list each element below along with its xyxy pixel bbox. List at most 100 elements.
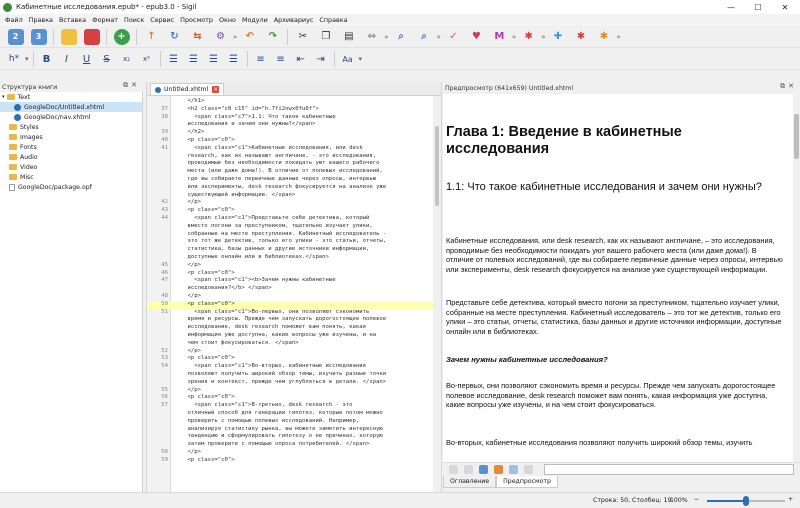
undo-icon[interactable]: ↶ (242, 29, 258, 45)
zoom-slider-handle[interactable] (743, 496, 749, 506)
menu-search[interactable]: Поиск (124, 16, 144, 24)
code-line[interactable]: 55 </p> (147, 387, 441, 395)
bold-button[interactable]: B (40, 54, 54, 65)
heading-select[interactable]: h* (7, 54, 21, 64)
minimize-button[interactable]: — (718, 0, 744, 14)
zoom-out-icon[interactable]: − (694, 496, 699, 503)
tab-table-of-contents[interactable]: Оглавление (443, 476, 497, 488)
inspect-icon[interactable] (449, 465, 458, 474)
code-line[interactable]: 40 <p class="c0"> (147, 137, 441, 145)
code-line[interactable]: или эксперименты, desk research фокусиру… (147, 184, 441, 192)
chevron-icon[interactable]: » (384, 33, 388, 41)
menu-file[interactable]: Файл (5, 16, 23, 24)
code-line[interactable]: исследования?</b> </span> (147, 285, 441, 293)
move-up-icon[interactable]: ↑ (144, 29, 160, 45)
tree-item-styles[interactable]: Styles (0, 122, 142, 132)
panel-controls[interactable]: ⧉✕ (123, 81, 140, 90)
reload-icon[interactable] (494, 465, 503, 474)
code-line[interactable]: проводимые без необходимости покидать ую… (147, 160, 441, 168)
preview-scrollbar[interactable] (793, 94, 800, 462)
epub3-icon[interactable]: 3 (30, 28, 47, 45)
plugin-red-icon[interactable]: ✱ (573, 29, 589, 45)
maximize-button[interactable]: ☐ (745, 0, 771, 14)
find-replace-icon[interactable]: ⌕ (416, 29, 432, 45)
menu-format[interactable]: Формат (92, 16, 118, 24)
superscript-button[interactable]: x² (140, 55, 154, 63)
code-line[interactable]: чем стоит фокусироваться. </span> (147, 340, 441, 348)
code-line[interactable]: 44 <span class="c1">Представьте себе дет… (147, 215, 441, 223)
code-line[interactable]: информация уже доступна, какие вопросы у… (147, 332, 441, 340)
numbered-list-icon[interactable]: ≡ (274, 54, 288, 65)
code-line[interactable]: 50 <p class="c0"> (147, 300, 441, 309)
code-line[interactable]: 47 <span class="c1"><b>Зачем нужны кабин… (147, 277, 441, 285)
align-right-icon[interactable]: ☰ (207, 54, 221, 65)
tree-item-fonts[interactable]: Fonts (0, 142, 142, 152)
code-line[interactable]: 59 <p class="c0"> (147, 457, 441, 465)
code-line[interactable]: 54 <span class="c1">Во-вторых, кабинетны… (147, 363, 441, 371)
favorite-heart-icon[interactable]: ♥ (468, 29, 484, 45)
open-folder-icon[interactable] (60, 28, 77, 45)
menu-tools[interactable]: Сервис (150, 16, 174, 24)
align-center-icon[interactable]: ☰ (187, 54, 201, 65)
save-icon[interactable] (83, 28, 100, 45)
menu-plugins[interactable]: Модули (242, 16, 268, 24)
code-area[interactable]: </h1> 37 <h2 class="c0 c15" id="h.7fi2nwx… (147, 96, 441, 492)
zoom-slider[interactable] (707, 496, 785, 506)
cut-icon[interactable]: ✂ (295, 29, 311, 45)
copy-icon[interactable]: ❐ (318, 29, 334, 45)
code-line[interactable]: </h1> (147, 98, 441, 106)
indent-icon[interactable]: ⇥ (314, 54, 328, 65)
select-all-icon[interactable] (464, 465, 473, 474)
menu-window[interactable]: Окно (219, 16, 236, 24)
code-line[interactable]: исследования и зачем они нужны?</span> (147, 121, 441, 129)
spellcheck-icon[interactable]: ✓ (445, 29, 461, 45)
code-line[interactable]: собранные на месте преступления. Кабинет… (147, 231, 441, 239)
chevron-icon[interactable]: » (512, 33, 516, 41)
align-justify-icon[interactable]: ☰ (227, 54, 241, 65)
epub2-icon[interactable]: 2 (7, 28, 24, 45)
inspector-input[interactable] (544, 464, 794, 475)
settings-gear-icon[interactable]: ⚙ (213, 29, 229, 45)
code-line[interactable]: 58 </p> (147, 449, 441, 457)
code-line[interactable]: 45 </p> (147, 262, 441, 270)
panel-controls[interactable]: ⧉✕ (780, 82, 797, 91)
code-line[interactable]: 52 </p> (147, 348, 441, 356)
editor-tab-untitled[interactable]: Untitled.xhtml × (150, 83, 225, 95)
print-icon[interactable] (524, 465, 533, 474)
chevron-icon[interactable]: » (616, 33, 620, 41)
code-line[interactable]: затем проверите с помощью опроса потреби… (147, 441, 441, 449)
align-left-icon[interactable]: ☰ (167, 54, 181, 65)
bullet-list-icon[interactable]: ≡ (254, 54, 268, 65)
refresh-icon[interactable]: ↻ (167, 29, 183, 45)
code-view-icon[interactable]: ⇔ (364, 29, 380, 45)
code-line[interactable]: где вы собираете первичные данные через … (147, 176, 441, 184)
tree-item-misc[interactable]: Misc (0, 172, 142, 182)
tree-item-images[interactable]: Images (0, 132, 142, 142)
plugin-orange-icon[interactable]: ✱ (596, 29, 612, 45)
code-line[interactable]: 41 <span class="c1">Кабинетные исследова… (147, 145, 441, 153)
code-line[interactable]: 51 <span class="c1">Во-первых, они позво… (147, 309, 441, 317)
menu-edit[interactable]: Правка (29, 16, 53, 24)
close-button[interactable]: ✕ (772, 0, 798, 14)
split-icon[interactable]: ⇆ (190, 29, 206, 45)
chevron-icon[interactable]: » (233, 33, 237, 41)
tree-item-video[interactable]: Video (0, 162, 142, 172)
code-line[interactable]: анализируя статистику рынка, вы можете з… (147, 426, 441, 434)
code-line[interactable]: статистика, базы данных и другие источни… (147, 246, 441, 254)
code-line[interactable]: 38 <span class="c7">1.1: Что такое кабин… (147, 114, 441, 122)
italic-button[interactable]: I (60, 54, 74, 65)
zoom-in-icon[interactable]: + (788, 496, 793, 503)
code-line[interactable]: отличный способ для генерации гипотез, к… (147, 410, 441, 418)
tree-item-text-folder[interactable]: ▾ Text (0, 92, 142, 102)
strikethrough-button[interactable]: S (100, 54, 114, 65)
tab-preview[interactable]: Предпросмотр (496, 476, 558, 488)
chevron-down-icon[interactable]: ▾ (25, 55, 29, 63)
outdent-icon[interactable]: ⇤ (294, 54, 308, 65)
code-line[interactable]: 57 <span class="c1">В-третьих, desk rese… (147, 402, 441, 410)
styles-button[interactable]: Aa (341, 55, 355, 64)
zoom-icon[interactable] (509, 465, 518, 474)
copy-icon[interactable] (479, 465, 488, 474)
find-icon[interactable]: ⌕ (393, 29, 409, 45)
metadata-icon[interactable]: M (491, 29, 507, 45)
tree-item-package-opf[interactable]: GoogleDoc/package.opf (0, 182, 142, 192)
